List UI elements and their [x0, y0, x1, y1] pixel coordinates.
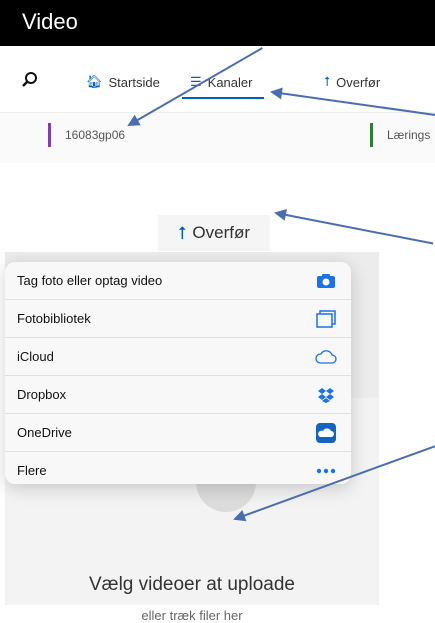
- annotation-arrow: [275, 212, 434, 245]
- option-label: Fotobibliotek: [17, 311, 91, 326]
- channel-color-bar: [370, 123, 373, 147]
- option-onedrive[interactable]: OneDrive: [5, 414, 351, 452]
- channel-color-bar: [48, 123, 51, 147]
- option-label: Dropbox: [17, 387, 67, 402]
- option-more[interactable]: Flere: [5, 452, 351, 484]
- nav-item-overfor[interactable]: ⭡ Overfør: [324, 74, 380, 90]
- share-sheet: Tag foto eller optag video Fotobibliotek…: [5, 262, 351, 484]
- icloud-icon: [315, 346, 337, 368]
- onedrive-icon: [315, 422, 337, 444]
- option-label: OneDrive: [17, 425, 72, 440]
- dropbox-icon: [315, 384, 337, 406]
- channel-name: Lærings: [387, 128, 431, 142]
- channel-list: 16083gp06 Lærings: [0, 112, 435, 163]
- option-dropbox[interactable]: Dropbox: [5, 376, 351, 414]
- nav-label-startside: Startside: [108, 74, 160, 90]
- channel-item[interactable]: 16083gp06: [48, 123, 125, 147]
- photo-library-icon: [315, 308, 337, 330]
- app-title: Video: [22, 9, 78, 34]
- option-label: Tag foto eller optag video: [17, 273, 163, 288]
- option-icloud[interactable]: iCloud: [5, 338, 351, 376]
- active-tab-indicator: [182, 97, 264, 99]
- upload-button-label: Overfør: [192, 223, 251, 242]
- option-label: iCloud: [17, 349, 54, 364]
- option-photo-library[interactable]: Fotobibliotek: [5, 300, 351, 338]
- upload-icon: ⭡: [177, 222, 187, 243]
- channel-name: 16083gp06: [65, 128, 126, 142]
- dropzone-title: Vælg videoer at uploade: [89, 574, 295, 595]
- nav-label-overfor: Overfør: [336, 74, 381, 90]
- upload-icon: ⭡: [324, 74, 331, 89]
- channel-item[interactable]: Lærings: [370, 123, 430, 147]
- dropzone-subtitle: eller træk filer her: [141, 608, 243, 623]
- option-take-photo[interactable]: Tag foto eller optag video: [5, 262, 351, 300]
- camera-icon: [315, 270, 337, 292]
- nav-bar: 🏠︎ Startside ☰ Kanaler ⭡ Overfør: [0, 66, 435, 99]
- more-icon: [315, 460, 337, 482]
- upload-button[interactable]: ⭡ Overfør: [158, 215, 270, 251]
- option-label: Flere: [17, 463, 47, 478]
- home-icon: 🏠︎: [86, 74, 103, 89]
- search-icon[interactable]: [22, 72, 38, 88]
- top-bar: Video: [0, 0, 435, 46]
- nav-item-startside[interactable]: 🏠︎ Startside: [86, 74, 160, 90]
